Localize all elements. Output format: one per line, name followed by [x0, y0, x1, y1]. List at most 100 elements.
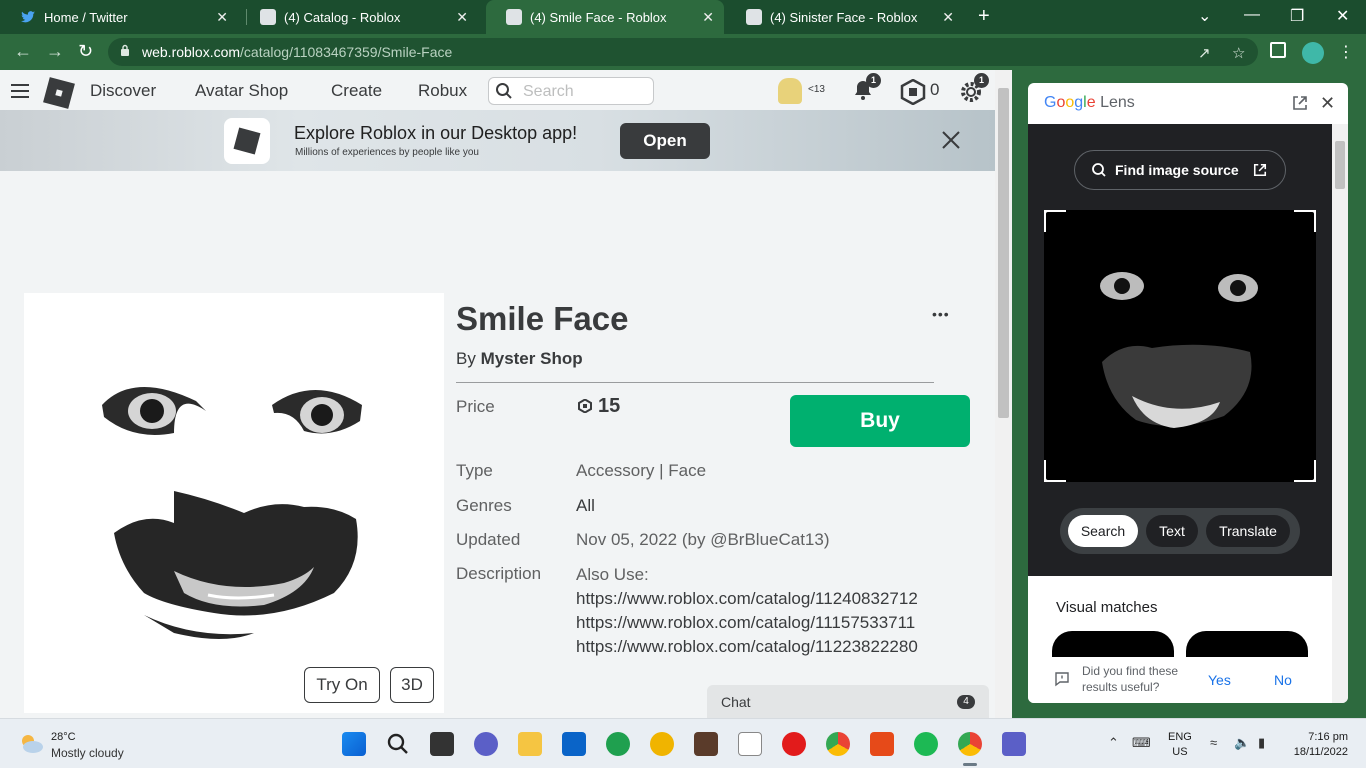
desktop-app-banner: Explore Roblox in our Desktop app! Milli…	[0, 110, 995, 171]
view-3d-button[interactable]: 3D	[390, 667, 434, 703]
office-icon[interactable]	[870, 732, 894, 756]
wifi-icon[interactable]: ≈	[1210, 735, 1217, 750]
lens-scrollbar-thumb[interactable]	[1335, 141, 1345, 189]
window-close-icon[interactable]: ✕	[1336, 6, 1349, 26]
bookmark-star-icon[interactable]: ☆	[1232, 44, 1245, 62]
teams-icon[interactable]	[1002, 732, 1026, 756]
input-language[interactable]: ENG US	[1168, 730, 1192, 760]
lens-search-icon	[1092, 163, 1106, 177]
tab-close-icon[interactable]: ✕	[216, 9, 228, 26]
search-icon[interactable]	[386, 732, 410, 756]
robux-balance: 0	[930, 80, 940, 99]
notepad-icon[interactable]	[738, 732, 762, 756]
restore-icon[interactable]: ❐	[1290, 6, 1304, 26]
open-app-button[interactable]: Open	[620, 123, 710, 159]
spotify-icon[interactable]	[914, 732, 938, 756]
back-arrow-icon[interactable]: ←	[14, 41, 32, 62]
tab-title: (4) Sinister Face - Roblox	[770, 9, 918, 25]
windows-start-icon[interactable]	[342, 732, 366, 756]
mode-translate-tab[interactable]: Translate	[1206, 515, 1290, 547]
type-value[interactable]: Accessory | Face	[576, 461, 706, 481]
lens-scrollbar[interactable]	[1332, 124, 1348, 703]
more-options-icon[interactable]: •••	[932, 306, 950, 322]
visual-matches-heading: Visual matches	[1056, 599, 1158, 616]
clock[interactable]: 7:16 pm 18/11/2022	[1286, 730, 1348, 760]
tab-smile-face[interactable]: (4) Smile Face - Roblox ✕	[486, 0, 724, 34]
feedback-yes-button[interactable]: Yes	[1208, 672, 1231, 688]
nav-robux[interactable]: Robux	[418, 81, 467, 101]
open-in-new-tab-icon[interactable]	[1292, 95, 1308, 111]
side-panel-icon[interactable]	[1270, 42, 1286, 58]
genres-label: Genres	[456, 496, 512, 515]
url-host: web.roblox.com	[142, 44, 241, 60]
description-label: Description	[456, 564, 542, 583]
roblox-icon	[506, 9, 522, 25]
tab-close-icon[interactable]: ✕	[702, 9, 714, 26]
battery-icon[interactable]: ▮	[1258, 735, 1265, 751]
robux-icon	[578, 399, 592, 413]
browser-menu-icon[interactable]: ⋮	[1338, 42, 1354, 62]
chat-bar[interactable]: Chat 4	[707, 685, 989, 718]
description-link[interactable]: https://www.roblox.com/catalog/112238222…	[576, 637, 918, 657]
mode-search-tab[interactable]: Search	[1068, 515, 1138, 547]
lens-selected-image[interactable]	[1042, 208, 1318, 484]
tab-sinister-face[interactable]: (4) Sinister Face - Roblox ✕	[726, 0, 964, 34]
minecraft-icon[interactable]	[694, 732, 718, 756]
description-link[interactable]: https://www.roblox.com/catalog/112408327…	[576, 589, 918, 609]
tab-twitter[interactable]: Home / Twitter ✕	[0, 0, 238, 34]
chat-count-badge: 4	[957, 695, 975, 709]
share-icon[interactable]: ↗	[1198, 44, 1211, 62]
tab-close-icon[interactable]: ✕	[942, 9, 954, 26]
chrome-icon[interactable]	[826, 732, 850, 756]
profile-avatar-icon[interactable]	[1302, 42, 1324, 64]
nav-avatar-shop[interactable]: Avatar Shop	[195, 81, 288, 101]
opera-icon[interactable]	[782, 732, 806, 756]
nav-create[interactable]: Create	[331, 81, 382, 101]
tab-close-icon[interactable]: ✕	[456, 9, 468, 26]
close-lens-icon[interactable]: ✕	[1320, 93, 1335, 114]
lens-image-area: Find image source Search Text Translate	[1028, 124, 1332, 576]
edge-icon[interactable]	[606, 732, 630, 756]
roblox-search-input[interactable]: Search	[488, 77, 654, 105]
task-view-icon[interactable]	[430, 732, 454, 756]
keyboard-icon[interactable]: ⌨	[1132, 735, 1151, 751]
browser-tab-strip: Home / Twitter ✕ (4) Catalog - Roblox ✕ …	[0, 0, 1366, 34]
hamburger-menu-icon[interactable]	[11, 84, 29, 98]
feedback-question: Did you find these results useful?	[1082, 664, 1179, 694]
page-scrollbar-thumb[interactable]	[998, 88, 1009, 418]
teams-chat-icon[interactable]	[474, 732, 498, 756]
file-explorer-icon[interactable]	[518, 732, 542, 756]
volume-icon[interactable]: 🔈	[1234, 735, 1250, 751]
try-on-button[interactable]: Try On	[304, 667, 380, 703]
norton-icon[interactable]	[650, 732, 674, 756]
creator-link[interactable]: Myster Shop	[481, 349, 583, 368]
find-image-source-button[interactable]: Find image source	[1074, 150, 1286, 190]
description-link[interactable]: https://www.roblox.com/catalog/111575337…	[576, 613, 915, 633]
lang-line2: US	[1172, 746, 1188, 758]
chrome-profile-icon[interactable]	[958, 732, 982, 756]
close-banner-icon[interactable]	[940, 129, 962, 151]
forward-arrow-icon[interactable]: →	[46, 41, 64, 62]
mode-text-tab[interactable]: Text	[1146, 515, 1198, 547]
feedback-no-button[interactable]: No	[1274, 672, 1292, 688]
address-bar[interactable]: web.roblox.com/catalog/11083467359/Smile…	[108, 38, 1258, 66]
user-avatar[interactable]	[778, 78, 802, 104]
tab-search-chevron-icon[interactable]: ⌄	[1198, 6, 1211, 26]
reload-icon[interactable]: ↻	[78, 41, 93, 62]
active-app-indicator	[963, 763, 977, 766]
tab-catalog[interactable]: (4) Catalog - Roblox ✕	[240, 0, 478, 34]
tray-overflow-chevron-icon[interactable]: ⌃	[1108, 735, 1119, 751]
minimize-icon[interactable]: —	[1244, 6, 1260, 24]
search-icon	[496, 83, 512, 99]
genres-value: All	[576, 496, 595, 515]
roblox-logo[interactable]	[43, 77, 75, 109]
item-thumbnail: Try On 3D	[24, 293, 444, 713]
outlook-icon[interactable]	[562, 732, 586, 756]
robux-icon[interactable]	[900, 79, 926, 105]
cloudy-weather-icon[interactable]	[18, 731, 44, 755]
price-value: 15	[578, 395, 620, 418]
new-tab-button[interactable]: +	[978, 5, 990, 28]
buy-button[interactable]: Buy	[790, 395, 970, 447]
nav-discover[interactable]: Discover	[90, 81, 156, 101]
details-divider	[456, 382, 934, 383]
